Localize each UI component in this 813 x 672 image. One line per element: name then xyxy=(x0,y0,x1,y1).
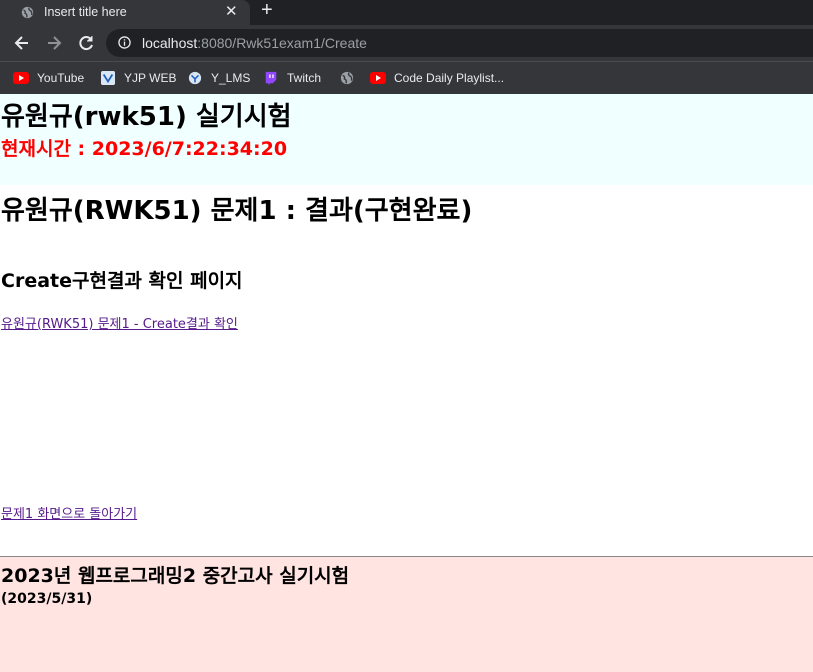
subheading: Create구현결과 확인 페이지 xyxy=(1,270,243,292)
bookmark-yjp-web[interactable]: YJP WEB xyxy=(100,68,176,88)
page-title: 유원규(rwk51) 실기시험 xyxy=(1,102,292,132)
new-tab-button[interactable]: + xyxy=(261,0,273,22)
bookmark-label: Code Daily Playlist... xyxy=(394,71,505,85)
browser-tab[interactable]: Insert title here ✕ xyxy=(0,0,250,25)
tab-title: Insert title here xyxy=(44,5,127,19)
globe-icon xyxy=(340,71,354,85)
youtube-icon xyxy=(370,72,386,84)
address-bar[interactable]: localhost:8080/Rwk51exam1/Create xyxy=(106,29,813,57)
back-arrow-icon[interactable] xyxy=(12,33,32,53)
globe-icon xyxy=(21,6,34,19)
bookmark-label: YJP WEB xyxy=(124,71,177,85)
bookmark-twitch[interactable]: Twitch xyxy=(263,68,321,88)
yjp-web-icon xyxy=(101,71,115,85)
youtube-icon xyxy=(13,72,29,84)
bookmark-y-lms[interactable]: Y_LMS xyxy=(187,68,250,88)
header-block: 유원규(rwk51) 실기시험 현재시간 : 2023/6/7:22:34:20 xyxy=(0,94,813,185)
url-text[interactable]: localhost:8080/Rwk51exam1/Create xyxy=(142,35,367,51)
reload-icon[interactable] xyxy=(76,33,96,53)
forward-arrow-icon[interactable] xyxy=(44,33,64,53)
url-path: :8080/Rwk51exam1/Create xyxy=(197,35,367,51)
footer-title: 2023년 웹프로그래밍2 중간고사 실기시험 xyxy=(1,565,350,587)
bookmark-code-daily[interactable]: Code Daily Playlist... xyxy=(370,68,504,88)
bookmark-globe[interactable] xyxy=(339,68,363,88)
browser-toolbar: localhost:8080/Rwk51exam1/Create xyxy=(0,25,813,61)
tab-strip: Insert title here ✕ + xyxy=(0,0,813,25)
twitch-icon xyxy=(265,71,277,85)
bookmark-label: YouTube xyxy=(37,71,85,85)
bookmark-label: Y_LMS xyxy=(211,71,251,85)
y-lms-icon xyxy=(188,71,202,85)
bookmark-label: Twitch xyxy=(287,71,322,85)
footer-date: (2023/5/31) xyxy=(1,591,93,607)
bookmark-youtube[interactable]: YouTube xyxy=(13,68,84,88)
close-icon[interactable]: ✕ xyxy=(225,2,238,20)
create-result-link[interactable]: 유원규(RWK51) 문제1 - Create결과 확인 xyxy=(1,313,238,332)
footer-block: 2023년 웹프로그래밍2 중간고사 실기시험 (2023/5/31) xyxy=(0,556,813,672)
bookmarks-bar: YouTube YJP WEB Y_LMS Twitch Code Daily … xyxy=(0,61,813,94)
url-host: localhost xyxy=(142,35,198,51)
problem-heading: 유원규(RWK51) 문제1 : 결과(구현완료) xyxy=(1,196,473,226)
info-icon[interactable] xyxy=(118,36,131,49)
page-content: 유원규(rwk51) 실기시험 현재시간 : 2023/6/7:22:34:20… xyxy=(0,94,813,672)
current-time: 현재시간 : 2023/6/7:22:34:20 xyxy=(1,138,288,160)
back-to-problem-link[interactable]: 문제1 화면으로 돌아가기 xyxy=(1,503,137,522)
